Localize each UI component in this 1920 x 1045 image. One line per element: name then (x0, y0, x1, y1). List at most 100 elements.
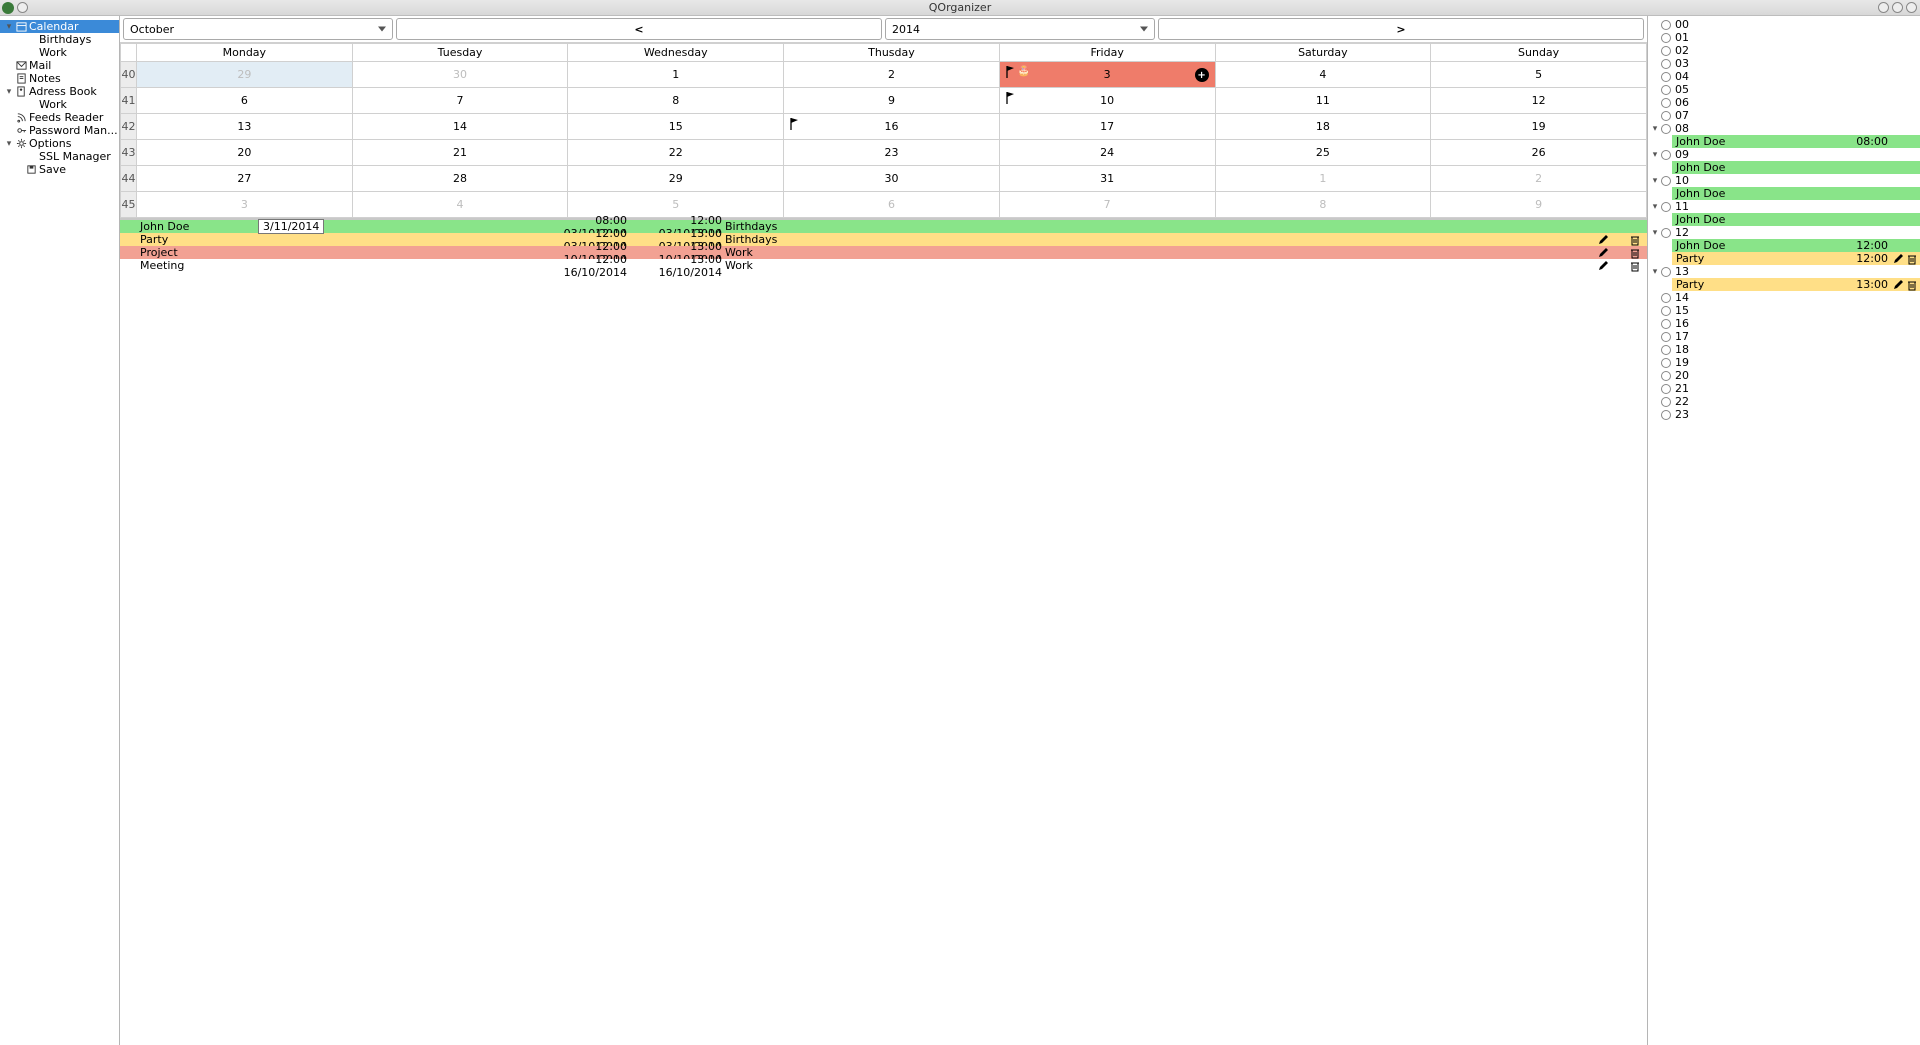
edit-icon[interactable] (1892, 253, 1904, 265)
hour-row[interactable]: ▾12 (1648, 226, 1920, 239)
hour-radio-icon[interactable] (1660, 123, 1672, 135)
week-number-cell[interactable]: 43 (121, 140, 137, 166)
hour-row[interactable]: 14 (1648, 291, 1920, 304)
close-button[interactable] (1906, 2, 1917, 13)
hour-row[interactable]: 15 (1648, 304, 1920, 317)
day-cell[interactable]: 22 (568, 140, 784, 166)
hour-row[interactable]: 23 (1648, 408, 1920, 421)
sidebar-item-options[interactable]: ▾Options (0, 137, 119, 150)
hour-row[interactable]: ▾09 (1648, 148, 1920, 161)
day-cell[interactable]: 7 (352, 88, 568, 114)
day-cell[interactable]: 15 (568, 114, 784, 140)
tree-expander-icon[interactable]: ▾ (4, 139, 14, 149)
day-cell[interactable]: 9 (1431, 192, 1647, 218)
sidebar-item-feeds-reader[interactable]: Feeds Reader (0, 111, 119, 124)
hour-row[interactable]: 05 (1648, 83, 1920, 96)
day-cell[interactable]: 18 (1215, 114, 1431, 140)
hour-row[interactable]: 18 (1648, 343, 1920, 356)
day-cell[interactable]: 21 (352, 140, 568, 166)
day-cell[interactable]: 9 (784, 88, 1000, 114)
day-cell[interactable]: 12 (1431, 88, 1647, 114)
hour-event[interactable]: John Doe (1672, 213, 1920, 226)
day-cell[interactable]: 26 (1431, 140, 1647, 166)
hour-radio-icon[interactable] (1660, 331, 1672, 343)
edit-icon[interactable] (1597, 234, 1609, 246)
add-event-button[interactable]: + (1195, 68, 1209, 82)
day-cell[interactable]: 2 (1431, 166, 1647, 192)
day-cell[interactable]: 3🎂+ (999, 62, 1215, 88)
next-button[interactable]: > (1158, 18, 1644, 40)
day-cell[interactable]: 16 (784, 114, 1000, 140)
sidebar-item-birthdays[interactable]: Birthdays (0, 33, 119, 46)
hour-event[interactable]: John Doe (1672, 187, 1920, 200)
day-cell[interactable]: 8 (1215, 192, 1431, 218)
hour-radio-icon[interactable] (1660, 32, 1672, 44)
hour-expander-icon[interactable]: ▾ (1650, 124, 1660, 134)
hour-expander-icon[interactable]: ▾ (1650, 202, 1660, 212)
hour-row[interactable]: 00 (1648, 18, 1920, 31)
event-row[interactable]: Meeting12:00 16/10/201413:00 16/10/2014W… (120, 259, 1647, 272)
event-row[interactable]: Party12:00 03/10/201413:00 03/10/2014Bir… (120, 233, 1647, 246)
hour-row[interactable]: 04 (1648, 70, 1920, 83)
day-cell[interactable]: 31 (999, 166, 1215, 192)
day-cell[interactable]: 30 (352, 62, 568, 88)
tree-expander-icon[interactable]: ▾ (4, 22, 14, 32)
hour-row[interactable]: 07 (1648, 109, 1920, 122)
maximize-button[interactable] (1892, 2, 1903, 13)
day-cell[interactable]: 8 (568, 88, 784, 114)
hour-row[interactable]: 21 (1648, 382, 1920, 395)
year-select[interactable]: 2014 (885, 18, 1155, 40)
hour-radio-icon[interactable] (1660, 58, 1672, 70)
hour-radio-icon[interactable] (1660, 19, 1672, 31)
month-select[interactable]: October (123, 18, 393, 40)
sidebar-item-save[interactable]: Save (0, 163, 119, 176)
sidebar-item-notes[interactable]: Notes (0, 72, 119, 85)
day-cell[interactable]: 25 (1215, 140, 1431, 166)
day-cell[interactable]: 7 (999, 192, 1215, 218)
edit-icon[interactable] (1892, 279, 1904, 291)
day-cell[interactable]: 30 (784, 166, 1000, 192)
hour-event[interactable]: John Doe (1672, 161, 1920, 174)
hour-row[interactable]: 01 (1648, 31, 1920, 44)
hour-row[interactable]: 22 (1648, 395, 1920, 408)
hour-radio-icon[interactable] (1660, 97, 1672, 109)
day-cell[interactable]: 1 (1215, 166, 1431, 192)
hour-radio-icon[interactable] (1660, 227, 1672, 239)
delete-icon[interactable] (1906, 279, 1918, 291)
sidebar-item-work[interactable]: Work (0, 46, 119, 59)
hour-radio-icon[interactable] (1660, 383, 1672, 395)
event-row[interactable]: John Doe08:00 03/10/201412:00 03/10/2014… (120, 220, 1647, 233)
day-cell[interactable]: 28 (352, 166, 568, 192)
hour-radio-icon[interactable] (1660, 396, 1672, 408)
edit-icon[interactable] (1597, 247, 1609, 259)
hour-radio-icon[interactable] (1660, 149, 1672, 161)
delete-icon[interactable] (1629, 260, 1641, 272)
hour-event[interactable]: John Doe12:00 (1672, 239, 1920, 252)
week-number-cell[interactable]: 41 (121, 88, 137, 114)
sidebar-item-ssl-manager[interactable]: SSL Manager (0, 150, 119, 163)
hour-row[interactable]: 02 (1648, 44, 1920, 57)
delete-icon[interactable] (1629, 247, 1641, 259)
hour-radio-icon[interactable] (1660, 305, 1672, 317)
prev-button[interactable]: < (396, 18, 882, 40)
day-cell[interactable]: 29 (568, 166, 784, 192)
week-number-cell[interactable]: 44 (121, 166, 137, 192)
week-number-cell[interactable]: 42 (121, 114, 137, 140)
day-cell[interactable]: 4 (1215, 62, 1431, 88)
hour-radio-icon[interactable] (1660, 45, 1672, 57)
hour-row[interactable]: ▾13 (1648, 265, 1920, 278)
day-cell[interactable]: 17 (999, 114, 1215, 140)
hour-expander-icon[interactable]: ▾ (1650, 150, 1660, 160)
sidebar-item-password-man-[interactable]: Password Man... (0, 124, 119, 137)
day-cell[interactable]: 29 (137, 62, 353, 88)
edit-icon[interactable] (1597, 260, 1609, 272)
hour-row[interactable]: 19 (1648, 356, 1920, 369)
delete-icon[interactable] (1629, 234, 1641, 246)
hour-expander-icon[interactable]: ▾ (1650, 228, 1660, 238)
day-cell[interactable]: 3 (137, 192, 353, 218)
day-cell[interactable]: 24 (999, 140, 1215, 166)
day-cell[interactable]: 10 (999, 88, 1215, 114)
hour-row[interactable]: 20 (1648, 369, 1920, 382)
day-cell[interactable]: 6 (137, 88, 353, 114)
hour-radio-icon[interactable] (1660, 409, 1672, 421)
